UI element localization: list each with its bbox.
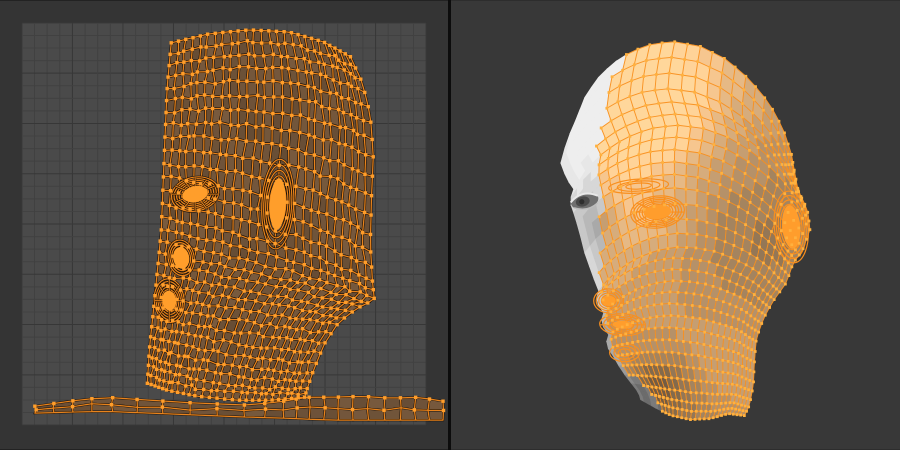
viewport-3d-canvas[interactable] bbox=[451, 0, 900, 450]
uv-canvas[interactable] bbox=[0, 0, 448, 450]
uv-editor-panel[interactable] bbox=[0, 0, 448, 450]
viewport-3d-panel[interactable] bbox=[451, 0, 900, 450]
blender-window bbox=[0, 0, 900, 450]
